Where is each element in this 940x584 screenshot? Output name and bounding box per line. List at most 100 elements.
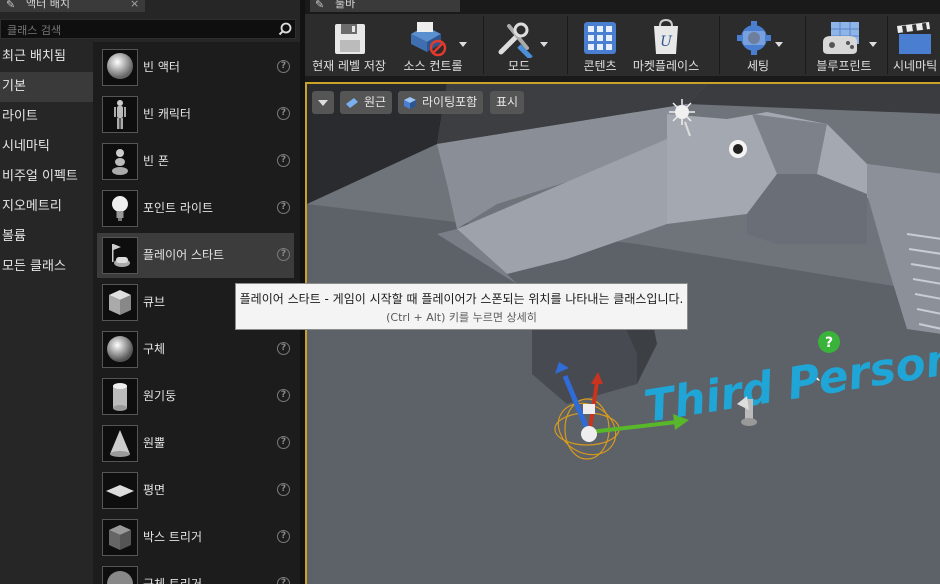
toolbar-separator — [805, 16, 806, 74]
help-icon[interactable]: ? — [277, 389, 290, 402]
perspective-button[interactable]: 원근 — [340, 91, 392, 114]
plane-icon — [102, 472, 138, 509]
help-icon[interactable]: ? — [277, 436, 290, 449]
character-icon — [102, 96, 138, 133]
help-icon[interactable]: ? — [277, 201, 290, 214]
help-icon[interactable]: ? — [277, 60, 290, 73]
blueprints-label: 블루프린트 — [816, 59, 872, 73]
settings-label: 세팅 — [746, 59, 770, 73]
category-recent[interactable]: 최근 배치됨 — [0, 42, 93, 72]
list-item-player-start[interactable]: 플레이어 스타트 ? — [97, 233, 294, 278]
toolbar-tab[interactable]: ✎ 툴바 — [310, 0, 460, 12]
viewport-scene: ? ^ Third Person — [307, 84, 940, 584]
chevron-down-icon[interactable] — [775, 42, 783, 47]
sphere-icon — [102, 49, 138, 86]
save-label: 현재 레벨 저장 — [312, 59, 386, 73]
sphere-trigger-icon — [102, 566, 138, 584]
modes-button[interactable]: 모드 — [485, 14, 553, 76]
level-viewport[interactable]: ? ^ Third Person 원근 라이팅포함 표시 — [305, 82, 940, 584]
perspective-label: 원근 — [364, 95, 387, 109]
save-current-level-button[interactable]: 현재 레벨 저장 — [305, 14, 393, 76]
place-actors-icon: ✎ — [6, 0, 16, 11]
help-icon[interactable]: ? — [277, 342, 290, 355]
class-search-input[interactable] — [5, 21, 269, 39]
close-icon[interactable]: × — [130, 0, 139, 9]
list-item-cylinder[interactable]: 원기둥 ? — [97, 374, 294, 419]
item-label: 포인트 라이트 — [143, 201, 214, 215]
source-control-button[interactable]: 소스 컨트롤 — [393, 14, 473, 76]
item-label: 빈 캐릭터 — [143, 107, 191, 121]
show-button[interactable]: 표시 — [490, 91, 524, 114]
perspective-icon — [346, 98, 358, 108]
list-item-empty-pawn[interactable]: 빈 폰 ? — [97, 139, 294, 184]
content-button[interactable]: 콘텐츠 — [569, 14, 631, 76]
cinematics-icon — [897, 22, 931, 54]
list-item-empty-actor[interactable]: 빈 액터 ? — [97, 45, 294, 90]
source-control-icon — [411, 22, 447, 57]
class-search-bar — [0, 19, 296, 39]
svg-text:?: ? — [825, 335, 833, 351]
blueprints-button[interactable]: 블루프린트 — [807, 14, 881, 76]
list-item-empty-character[interactable]: 빈 캐릭터 ? — [97, 92, 294, 137]
list-item-cone[interactable]: 원뿔 ? — [97, 421, 294, 466]
search-icon[interactable] — [278, 22, 292, 36]
help-icon[interactable]: ? — [277, 107, 290, 120]
category-lights[interactable]: 라이트 — [0, 102, 93, 132]
help-icon[interactable]: ? — [277, 154, 290, 167]
player-start-tooltip: 플레이어 스타트 - 게임이 시작할 때 플레이어가 스폰되는 위치를 나타내는… — [235, 283, 688, 330]
marketplace-label: 마켓플레이스 — [632, 59, 700, 73]
item-label: 플레이어 스타트 — [143, 248, 225, 262]
modes-icon — [498, 22, 533, 58]
category-cinematic[interactable]: 시네마틱 — [0, 132, 93, 162]
category-basic[interactable]: 기본 — [0, 72, 93, 102]
list-item-sphere[interactable]: 구체 ? — [97, 327, 294, 372]
chevron-down-icon[interactable] — [869, 42, 877, 47]
content-icon — [584, 22, 616, 54]
lightbulb-icon — [102, 190, 138, 227]
category-visual-effects[interactable]: 비주얼 이펙트 — [0, 162, 93, 192]
list-item-box-trigger[interactable]: 박스 트리거 ? — [97, 515, 294, 560]
svg-text:U: U — [660, 34, 673, 50]
category-volumes[interactable]: 볼륨 — [0, 222, 93, 252]
category-geometry[interactable]: 지오메트리 — [0, 192, 93, 222]
source-control-label: 소스 컨트롤 — [403, 59, 463, 73]
sphere-icon — [102, 331, 138, 368]
cylinder-icon — [102, 378, 138, 415]
blueprint-icon — [823, 22, 859, 54]
item-label: 빈 액터 — [143, 60, 180, 74]
main-toolbar: 현재 레벨 저장 소스 컨트롤 모드 콘텐츠 U 마켓플레이스 세팅 블루프린트… — [305, 14, 940, 76]
chevron-down-icon[interactable] — [459, 42, 467, 47]
place-actors-tab[interactable]: ✎ 액터 배치 × — [0, 0, 145, 12]
list-item-plane[interactable]: 평면 ? — [97, 468, 294, 513]
help-icon[interactable]: ? — [277, 248, 290, 261]
toolbar-tab-icon: ✎ — [315, 0, 325, 11]
toolbar-separator — [483, 16, 484, 74]
list-item-point-light[interactable]: 포인트 라이트 ? — [97, 186, 294, 231]
help-icon[interactable]: ? — [277, 577, 290, 584]
tooltip-title: 플레이어 스타트 - 게임이 시작할 때 플레이어가 스폰되는 위치를 나타내는… — [239, 292, 684, 306]
chevron-down-icon — [318, 100, 328, 106]
list-item-sphere-trigger[interactable]: 구체 트리거 ? — [97, 562, 294, 584]
lit-cube-icon — [404, 97, 416, 109]
item-label: 원뿔 — [143, 436, 166, 450]
toolbar-separator — [887, 16, 888, 74]
help-icon[interactable]: ? — [277, 530, 290, 543]
viewport-options-dropdown[interactable] — [312, 91, 334, 114]
player-start-icon — [102, 237, 138, 274]
item-label: 구체 — [143, 342, 166, 356]
chevron-down-icon[interactable] — [540, 42, 548, 47]
tooltip-hint: (Ctrl + Alt) 키를 누르면 상세히 — [386, 311, 537, 324]
help-icon[interactable]: ? — [277, 483, 290, 496]
category-all-classes[interactable]: 모든 클래스 — [0, 252, 93, 282]
settings-button[interactable]: 세팅 — [721, 14, 795, 76]
save-icon — [335, 24, 365, 54]
toolbar-separator — [567, 16, 568, 74]
marketplace-button[interactable]: U 마켓플레이스 — [631, 14, 701, 76]
toolbar-separator — [719, 16, 720, 74]
marketplace-icon: U — [654, 18, 678, 54]
item-label: 평면 — [143, 483, 166, 497]
box-trigger-icon — [102, 519, 138, 556]
cinematics-label: 시네마틱 — [893, 59, 938, 73]
cinematics-button[interactable]: 시네마틱 — [889, 14, 940, 76]
lighting-mode-button[interactable]: 라이팅포함 — [398, 91, 483, 114]
